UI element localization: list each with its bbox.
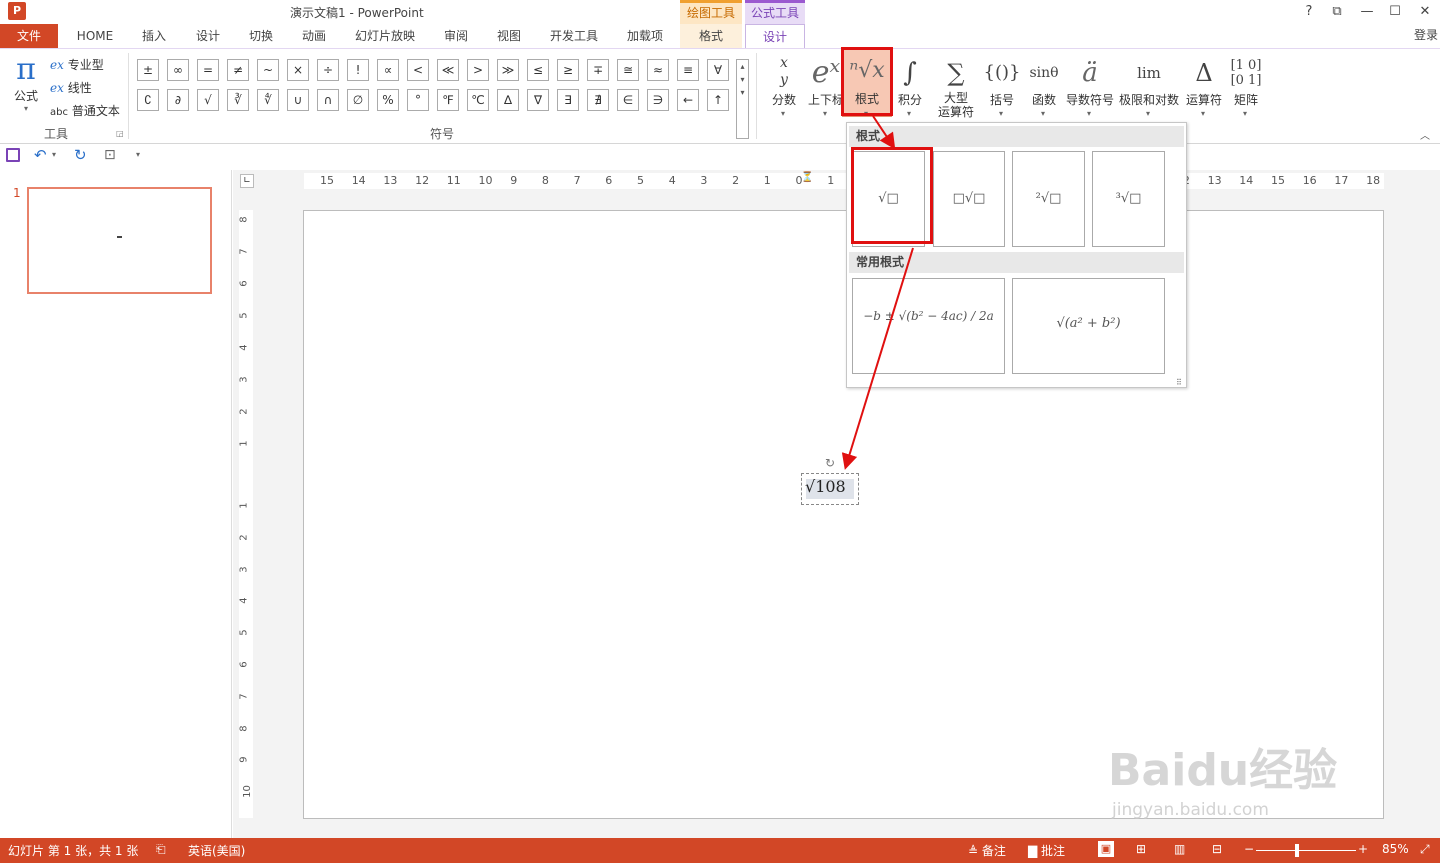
slideshow-icon[interactable]: ⊟ <box>1212 842 1222 856</box>
reading-view-icon[interactable]: ▥ <box>1174 842 1185 856</box>
slide-sorter-icon[interactable]: ⊞ <box>1136 842 1146 856</box>
comments-button[interactable]: ▇ 批注 <box>1028 842 1065 859</box>
zoom-thumb[interactable] <box>1295 844 1299 857</box>
fit-slide-icon[interactable]: ⤢ <box>1420 842 1430 857</box>
watermark-url: jingyan.baidu.com <box>1112 800 1269 820</box>
language-status[interactable]: 英语(美国) <box>188 842 245 859</box>
watermark-logo: Baidu经验 <box>1108 745 1338 796</box>
slide-info: 幻灯片 第 1 张，共 1 张 <box>8 844 139 858</box>
status-bar: 幻灯片 第 1 张，共 1 张 ⎗ 英语(美国) ≜ 备注 ▇ 批注 ▣ ⊞ ▥… <box>0 838 1440 863</box>
notes-button[interactable]: ≜ 备注 <box>968 842 1006 859</box>
spellcheck-icon[interactable]: ⎗ <box>156 842 166 857</box>
arrow-to-equation <box>841 247 914 470</box>
normal-view-icon[interactable]: ▣ <box>1098 841 1114 857</box>
zoom-level[interactable]: 85% <box>1382 842 1409 856</box>
zoom-out-icon[interactable]: − <box>1244 842 1254 856</box>
zoom-slider[interactable] <box>1256 850 1356 851</box>
arrow-to-gallery <box>872 115 896 150</box>
zoom-in-icon[interactable]: + <box>1358 842 1368 856</box>
